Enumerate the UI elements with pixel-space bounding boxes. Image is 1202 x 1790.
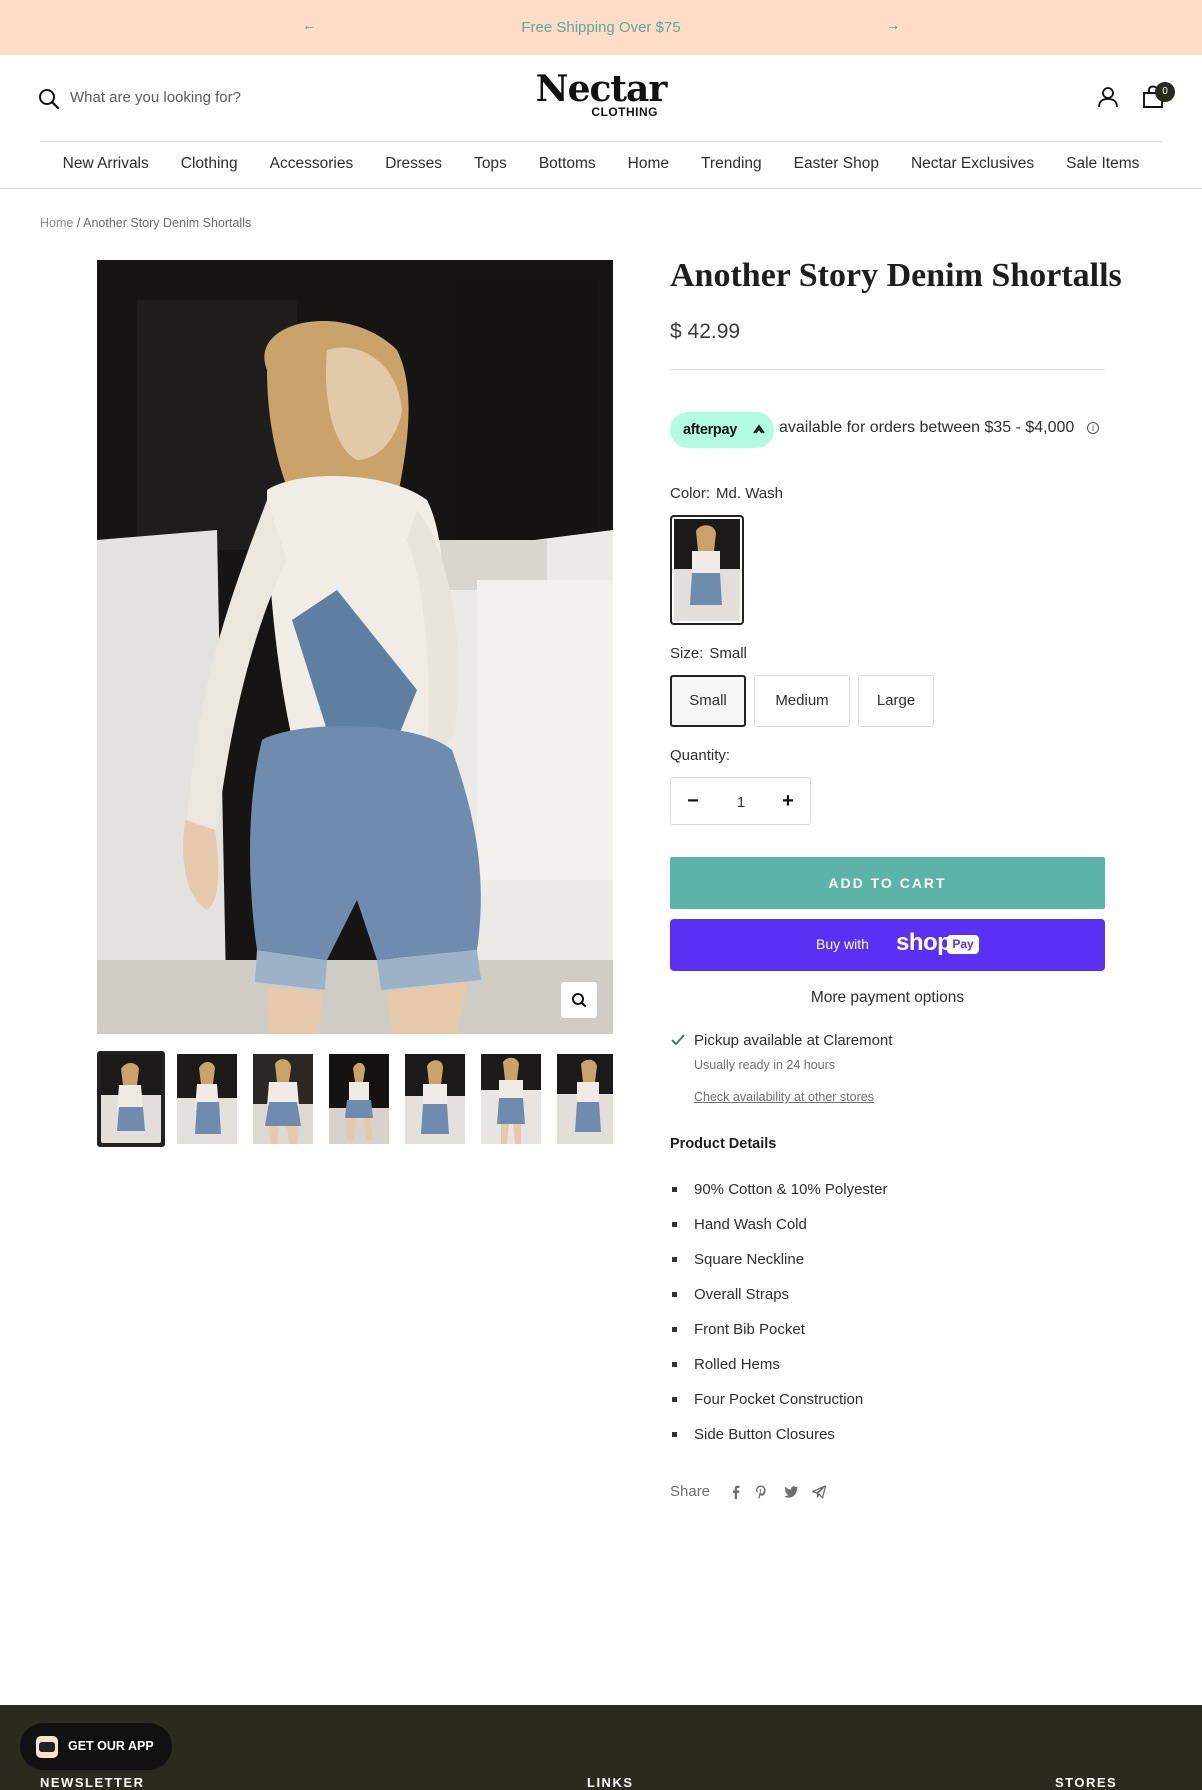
list-item: Square Neckline xyxy=(670,1242,887,1277)
size-option-small[interactable]: Small xyxy=(670,675,746,727)
list-item: Side Button Closures xyxy=(670,1417,887,1452)
afterpay-logo-text: afterpay xyxy=(683,422,738,438)
list-item: Hand Wash Cold xyxy=(670,1207,887,1242)
nav-item-accessories[interactable]: Accessories xyxy=(270,142,354,188)
share-label: Share xyxy=(670,1483,711,1500)
product-price: $ 42.99 xyxy=(670,320,741,343)
app-logo-icon xyxy=(36,1736,58,1758)
pinterest-icon[interactable] xyxy=(753,1484,769,1500)
thumbnail-1[interactable] xyxy=(97,1051,165,1147)
product-details-list: 90% Cotton & 10% Polyester Hand Wash Col… xyxy=(670,1172,887,1452)
nav-item-clothing[interactable]: Clothing xyxy=(181,142,238,188)
thumbnail-strip xyxy=(97,1050,613,1148)
size-value: Small xyxy=(709,645,747,662)
nav-item-tops[interactable]: Tops xyxy=(474,142,507,188)
nav-item-trending[interactable]: Trending xyxy=(701,142,762,188)
list-item: Four Pocket Construction xyxy=(670,1382,887,1417)
footer-newsletter-heading: NEWSLETTER xyxy=(40,1775,145,1790)
size-option-large[interactable]: Large xyxy=(858,675,934,727)
thumbnail-2[interactable] xyxy=(177,1054,237,1144)
cart-count-badge: 0 xyxy=(1155,82,1175,102)
quantity-label: Quantity: xyxy=(670,747,731,764)
footer-stores-heading: STORES xyxy=(1055,1775,1118,1790)
nav-item-sale-items[interactable]: Sale Items xyxy=(1066,142,1139,188)
announcement-bar: ← Free Shipping Over $75 → xyxy=(0,0,1202,55)
logo[interactable]: Nectar CLOTHING xyxy=(530,68,672,123)
color-swatch-md-wash[interactable] xyxy=(670,515,744,625)
get-our-app-label: GET OUR APP xyxy=(68,1739,154,1753)
nav-item-bottoms[interactable]: Bottoms xyxy=(539,142,596,188)
size-option-medium[interactable]: Medium xyxy=(754,675,850,727)
quantity-decrease-button[interactable]: − xyxy=(681,790,705,814)
list-item: 90% Cotton & 10% Polyester xyxy=(670,1172,887,1207)
logo-sub-text: CLOTHING xyxy=(591,105,658,119)
arrow-right-icon[interactable]: → xyxy=(886,17,900,33)
product-title: Another Story Denim Shortalls xyxy=(670,257,1122,294)
logo-main-text: Nectar xyxy=(535,68,668,110)
add-to-cart-button[interactable]: ADD TO CART xyxy=(670,857,1105,909)
breadcrumb: Home / Another Story Denim Shortalls xyxy=(40,216,251,230)
size-label: Size: xyxy=(670,645,704,662)
size-label-row: Size: Small xyxy=(670,645,747,662)
zoom-button[interactable] xyxy=(561,982,597,1018)
footer-links-heading: LINKS xyxy=(587,1775,634,1790)
product-main-image[interactable] xyxy=(97,260,613,1034)
shop-pay-buy-with: Buy with xyxy=(816,936,869,952)
thumbnail-6[interactable] xyxy=(481,1054,541,1144)
shop-pay-logo: shop xyxy=(896,929,952,956)
more-payment-options-link[interactable]: More payment options xyxy=(670,989,1105,1007)
announcement-text: Free Shipping Over $75 xyxy=(521,19,681,36)
nav-item-easter-shop[interactable]: Easter Shop xyxy=(794,142,879,188)
color-label-row: Color: Md. Wash xyxy=(670,485,783,502)
breadcrumb-home[interactable]: Home xyxy=(40,216,73,230)
afterpay-badge[interactable]: afterpay xyxy=(670,412,774,448)
twitter-icon[interactable] xyxy=(783,1484,799,1500)
get-our-app-button[interactable]: GET OUR APP xyxy=(20,1723,172,1770)
site-footer: NEWSLETTER LINKS STORES xyxy=(0,1705,1202,1790)
pickup-title: Pickup available at Claremont xyxy=(694,1032,893,1049)
color-label: Color: xyxy=(670,485,711,502)
thumbnail-4[interactable] xyxy=(329,1054,389,1144)
info-icon[interactable]: i xyxy=(1087,422,1099,434)
shop-pay-pay-badge: Pay xyxy=(947,935,979,954)
product-details-heading: Product Details xyxy=(670,1136,777,1152)
price-divider xyxy=(670,369,1105,370)
search-icon[interactable] xyxy=(38,88,60,110)
color-value: Md. Wash xyxy=(716,485,783,502)
site-header: Nectar CLOTHING 0 xyxy=(0,55,1202,141)
pickup-subtitle: Usually ready in 24 hours xyxy=(694,1058,836,1072)
breadcrumb-current: Another Story Denim Shortalls xyxy=(83,216,252,230)
afterpay-info-text: available for orders between $35 - $4,00… xyxy=(779,419,1075,436)
swatch-image xyxy=(674,519,740,621)
email-share-icon[interactable] xyxy=(811,1484,827,1500)
nav-bottom-divider xyxy=(0,188,1202,189)
list-item: Overall Straps xyxy=(670,1277,887,1312)
nav-item-nectar-exclusives[interactable]: Nectar Exclusives xyxy=(911,142,1034,188)
thumbnail-3[interactable] xyxy=(253,1054,313,1144)
list-item: Rolled Hems xyxy=(670,1347,887,1382)
zoom-icon xyxy=(572,993,587,1008)
afterpay-arrows-icon xyxy=(753,424,765,434)
shop-pay-button[interactable]: Buy with shop Pay xyxy=(670,919,1105,971)
quantity-increase-button[interactable]: + xyxy=(776,790,800,814)
nav-item-dresses[interactable]: Dresses xyxy=(385,142,442,188)
thumbnail-7[interactable] xyxy=(557,1054,613,1144)
breadcrumb-separator: / xyxy=(76,216,81,230)
list-item: Front Bib Pocket xyxy=(670,1312,887,1347)
search-input[interactable] xyxy=(70,85,370,109)
thumbnail-5[interactable] xyxy=(405,1054,465,1144)
check-availability-link[interactable]: Check availability at other stores xyxy=(694,1090,874,1104)
quantity-input[interactable] xyxy=(716,790,766,814)
nav-item-new-arrivals[interactable]: New Arrivals xyxy=(63,142,149,188)
nav-item-home[interactable]: Home xyxy=(628,142,669,188)
quantity-stepper: − + xyxy=(670,777,811,825)
account-icon[interactable] xyxy=(1097,86,1119,108)
product-photo xyxy=(97,260,613,1034)
check-icon xyxy=(671,1034,685,1046)
facebook-icon[interactable] xyxy=(728,1484,744,1500)
main-nav: New Arrivals Clothing Accessories Dresse… xyxy=(0,142,1202,188)
